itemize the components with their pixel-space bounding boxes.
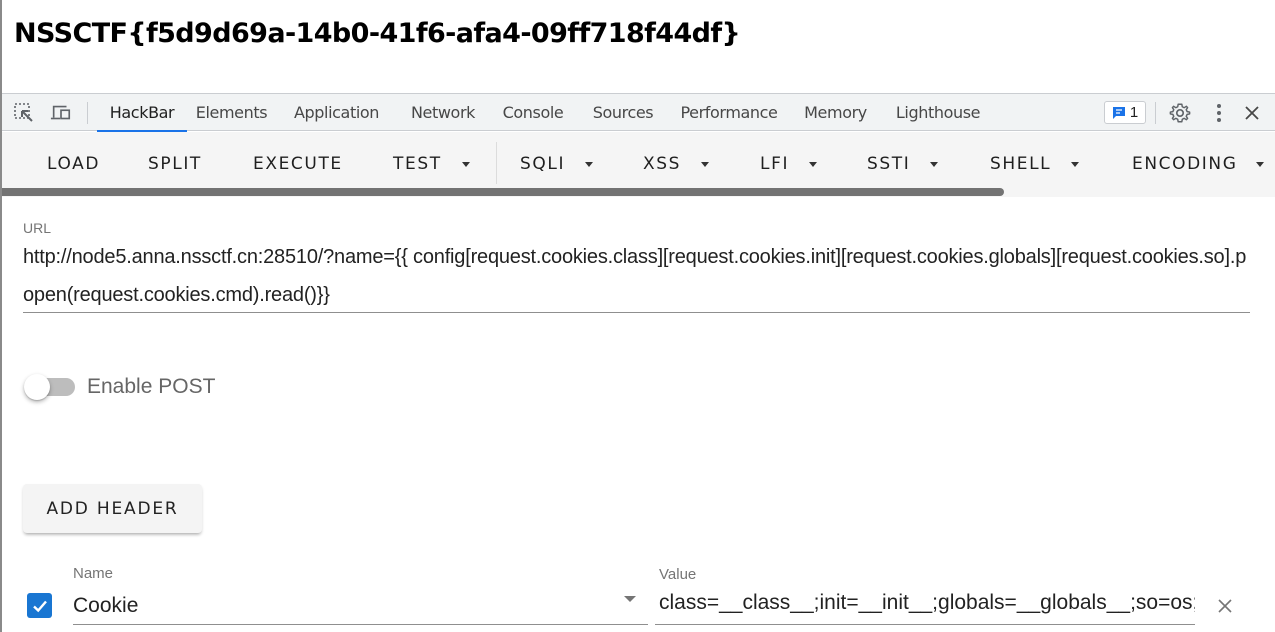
toolbar-separator [87, 102, 88, 124]
lfi-menu-button[interactable]: LFI [760, 148, 818, 180]
toolbar-separator [1155, 102, 1156, 124]
tab-network[interactable]: Network [404, 94, 482, 131]
close-icon [1218, 599, 1232, 613]
chevron-down-icon [930, 161, 939, 167]
chevron-down-icon [809, 161, 818, 167]
tab-memory[interactable]: Memory [798, 94, 873, 131]
url-label: URL [23, 220, 52, 236]
execute-button[interactable]: EXECUTE [253, 148, 343, 180]
checkmark-icon [32, 600, 47, 612]
settings-gear-icon[interactable] [1169, 102, 1191, 124]
tab-lighthouse[interactable]: Lighthouse [888, 94, 988, 131]
tab-elements[interactable]: Elements [194, 94, 269, 131]
chevron-down-icon [1071, 161, 1080, 167]
chevron-down-icon[interactable] [624, 596, 636, 602]
tab-performance[interactable]: Performance [674, 94, 784, 131]
chevron-down-icon [1255, 161, 1264, 167]
header-name-input[interactable]: Cookie [73, 594, 613, 618]
issues-button[interactable]: 1 [1104, 101, 1146, 124]
toggle-thumb [24, 374, 50, 400]
sqli-menu-button[interactable]: SQLI [520, 148, 594, 180]
devtools-tab-bar: HackBar Elements Application Network Con… [2, 93, 1275, 132]
tab-sources[interactable]: Sources [587, 94, 659, 131]
toolbar-divider [496, 142, 497, 184]
tab-console[interactable]: Console [497, 94, 569, 131]
enable-post-label: Enable POST [87, 375, 216, 398]
header-name-underline [73, 624, 648, 625]
add-header-button[interactable]: ADD HEADER [23, 484, 202, 533]
ssti-menu-button[interactable]: SSTI [867, 148, 939, 180]
header-name-label: Name [73, 565, 114, 582]
more-vert-icon[interactable] [1208, 102, 1230, 124]
inspect-element-icon[interactable] [13, 102, 35, 124]
url-underline [23, 312, 1250, 313]
url-input[interactable]: http://node5.anna.nssctf.cn:28510/?name=… [23, 238, 1250, 314]
issues-count: 1 [1129, 104, 1139, 121]
hackbar-toolbar: LOAD SPLIT EXECUTE TEST SQLI XSS LFI SST… [2, 132, 1275, 197]
split-button[interactable]: SPLIT [148, 148, 202, 180]
xss-menu-button[interactable]: XSS [643, 148, 710, 180]
horizontal-scrollbar[interactable] [2, 188, 1004, 196]
page-content: NSSCTF{f5d9d69a-14b0-41f6-afa4-09ff718f4… [0, 0, 1275, 93]
chevron-down-icon [461, 161, 470, 167]
header-value-input[interactable]: class=__class__;init=__init__;globals=__… [659, 591, 1195, 615]
load-button[interactable]: LOAD [47, 148, 100, 180]
close-icon[interactable] [1241, 102, 1263, 124]
header-value-label: Value [659, 566, 697, 583]
flag-text: NSSCTF{f5d9d69a-14b0-41f6-afa4-09ff718f4… [14, 18, 741, 49]
tab-hackbar[interactable]: HackBar [97, 94, 187, 132]
enable-post-toggle[interactable] [22, 373, 78, 403]
chevron-down-icon [701, 161, 710, 167]
remove-header-button[interactable] [1215, 596, 1235, 616]
header-value-underline [655, 624, 1195, 625]
encoding-menu-button[interactable]: ENCODING [1132, 148, 1264, 180]
device-toolbar-icon[interactable] [50, 102, 72, 124]
header-enabled-checkbox[interactable] [27, 593, 52, 618]
tab-application[interactable]: Application [289, 94, 384, 131]
chevron-down-icon [585, 161, 594, 167]
issues-icon [1112, 106, 1125, 119]
test-menu-button[interactable]: TEST [393, 148, 470, 180]
shell-menu-button[interactable]: SHELL [990, 148, 1080, 180]
